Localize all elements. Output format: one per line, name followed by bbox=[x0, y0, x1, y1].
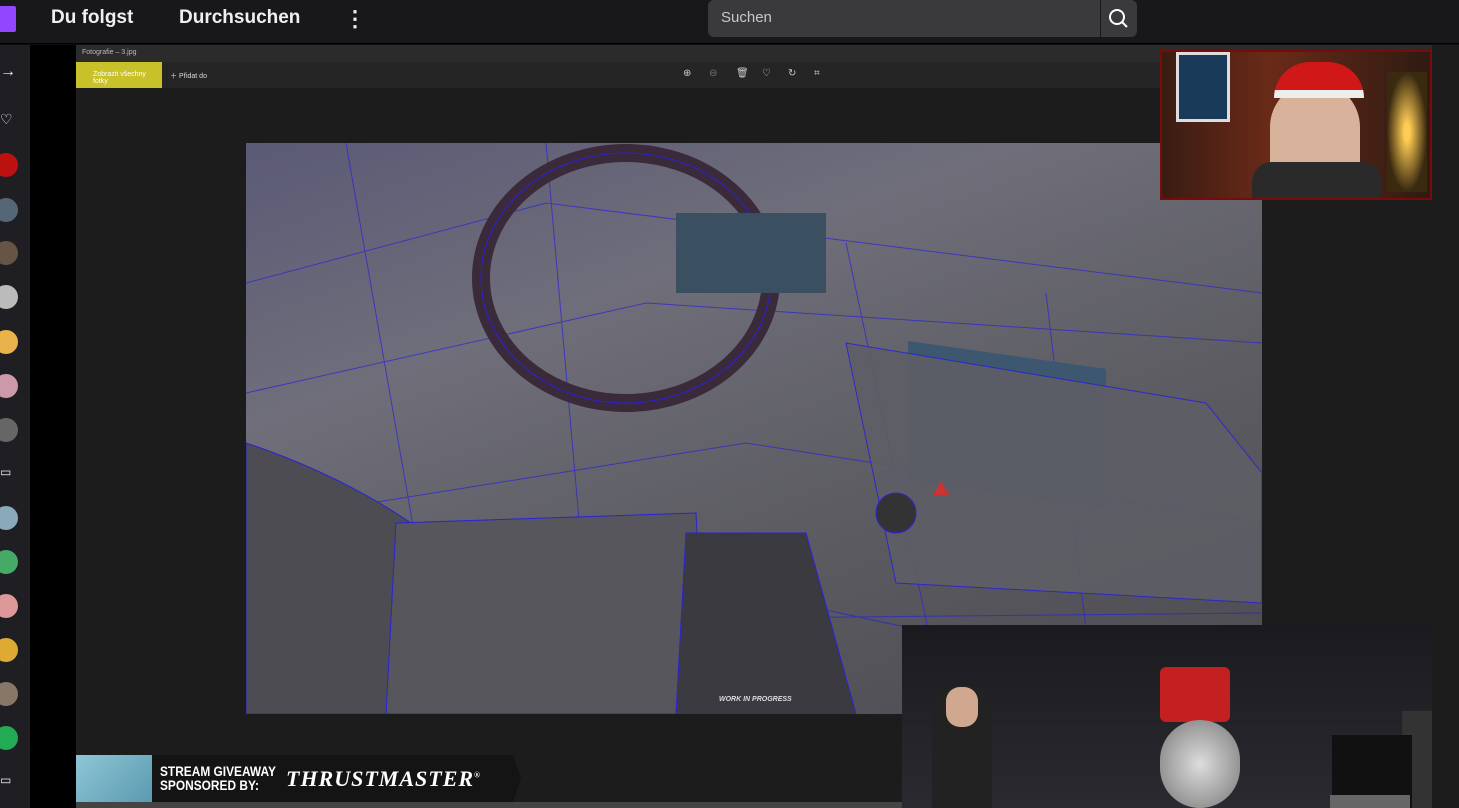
channel-avatar[interactable] bbox=[0, 638, 18, 662]
heart-icon: ♡ bbox=[0, 111, 13, 127]
add-to-button[interactable]: ＋ Přidat do bbox=[170, 71, 207, 81]
streamer-webcam bbox=[1160, 50, 1432, 200]
delete-icon[interactable]: 🗑 bbox=[736, 68, 749, 79]
channel-avatar[interactable] bbox=[0, 418, 18, 442]
favorite-heart-icon[interactable]: ♡ bbox=[762, 68, 771, 79]
channel-avatar[interactable] bbox=[0, 726, 18, 750]
channel-avatar[interactable] bbox=[0, 506, 18, 530]
zoom-out-icon[interactable]: ⊖ bbox=[709, 68, 717, 79]
twitch-logo-icon[interactable] bbox=[0, 6, 16, 32]
nav-browse[interactable]: Durchsuchen bbox=[179, 7, 300, 29]
banner-line-1: STREAM GIVEAWAY bbox=[160, 763, 276, 779]
channel-avatar[interactable] bbox=[0, 153, 18, 177]
player-letterbox bbox=[30, 45, 76, 808]
nav-following[interactable]: Du folgst bbox=[51, 7, 133, 29]
sponsor-brand: THRUSTMASTER bbox=[286, 766, 475, 791]
channel-avatar[interactable] bbox=[0, 198, 18, 222]
channel-avatar[interactable] bbox=[0, 241, 18, 265]
top-nav: Du folgst Durchsuchen ⋮ Suchen bbox=[0, 0, 1459, 44]
channel-avatar[interactable] bbox=[0, 594, 18, 618]
overlay-bottom-strip bbox=[76, 802, 902, 808]
zoom-in-icon[interactable]: ⊕ bbox=[683, 68, 691, 79]
channel-avatar[interactable] bbox=[0, 374, 18, 398]
video-player[interactable]: Fotografie – 3.jpg Zobrazit všechny fotk… bbox=[76, 45, 1459, 808]
add-to-label: Přidat do bbox=[178, 73, 207, 80]
channel-avatar[interactable] bbox=[0, 550, 18, 574]
search-input[interactable]: Suchen bbox=[708, 0, 1100, 37]
search-button[interactable] bbox=[1101, 0, 1137, 37]
banner-line-2: SPONSORED BY: bbox=[160, 777, 259, 793]
video-camera-icon: ▭ bbox=[0, 465, 12, 479]
show-all-photos-button[interactable]: Zobrazit všechny fotky bbox=[76, 62, 162, 88]
giveaway-sponsor-banner: STREAM GIVEAWAY SPONSORED BY: THRUSTMASTE… bbox=[76, 755, 521, 802]
rotate-icon[interactable]: ↻ bbox=[788, 68, 796, 79]
registered-mark: ® bbox=[474, 770, 482, 780]
followed-channels-sidebar: → ♡ ▭ ▭ bbox=[0, 45, 30, 808]
expand-sidebar-icon[interactable]: → bbox=[0, 63, 16, 81]
crop-icon[interactable]: ⌗ bbox=[814, 68, 820, 79]
more-menu-button[interactable]: ⋮ bbox=[344, 6, 366, 32]
channel-avatar[interactable] bbox=[0, 330, 18, 354]
video-camera-icon: ▭ bbox=[0, 773, 12, 787]
sponsor-banner-image bbox=[76, 755, 152, 802]
search-icon bbox=[1109, 9, 1128, 28]
channel-avatar[interactable] bbox=[0, 285, 18, 309]
studio-camera-view bbox=[902, 625, 1432, 808]
work-in-progress-watermark: WORK IN PROGRESS bbox=[719, 696, 792, 703]
channel-avatar[interactable] bbox=[0, 682, 18, 706]
